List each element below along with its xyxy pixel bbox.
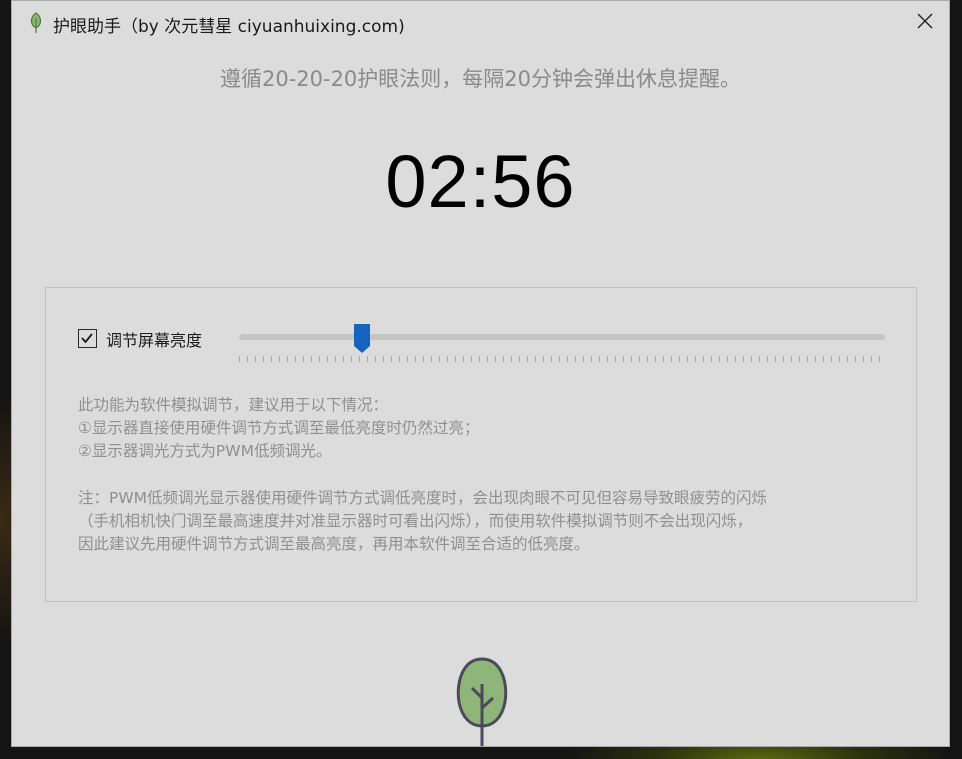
description-line: 此功能为软件模拟调节，建议用于以下情况：	[78, 396, 389, 414]
note-line: （手机相机快门调至最高速度并对准显示器时可看出闪烁），而使用软件模拟调节则不会出…	[78, 512, 753, 530]
note-line: 注：PWM低频调光显示器使用硬件调节方式调低亮度时，会出现肉眼不可见但容易导致眼…	[78, 489, 768, 507]
rule-headline: 遵循20-20-20护眼法则，每隔20分钟会弹出休息提醒。	[219, 67, 742, 91]
brightness-checkbox[interactable]	[78, 329, 97, 348]
eye-care-window: 护眼助手（by 次元彗星 ciyuanhuixing.com) 遵循20-20-…	[11, 0, 950, 747]
description-line: ②显示器调光方式为PWM低频调光。	[78, 442, 332, 460]
description-line: ①显示器直接使用硬件调节方式调至最低亮度时仍然过亮；	[78, 419, 480, 437]
leaf-icon	[28, 12, 44, 34]
brightness-slider[interactable]	[239, 324, 885, 364]
close-button[interactable]	[905, 1, 945, 45]
window-title: 护眼助手（by 次元彗星 ciyuanhuixing.com)	[53, 17, 405, 37]
close-icon	[916, 12, 934, 34]
brightness-checkbox-label: 调节屏幕亮度	[106, 331, 203, 350]
slider-track	[239, 334, 885, 340]
slider-thumb[interactable]	[353, 324, 370, 354]
countdown-timer: 02:56	[385, 140, 576, 223]
checkmark-icon	[81, 333, 93, 344]
slider-ticks	[239, 356, 885, 362]
note-line: 因此建议先用硬件调节方式调至最高亮度，再用本软件调至合适的低亮度。	[78, 535, 590, 553]
tree-icon	[453, 656, 511, 746]
feature-description: 此功能为软件模拟调节，建议用于以下情况： ①显示器直接使用硬件调节方式调至最低亮…	[78, 394, 898, 556]
title-bar[interactable]: 护眼助手（by 次元彗星 ciyuanhuixing.com)	[12, 1, 949, 45]
brightness-panel: 调节屏幕亮度 此功能为软件模拟调节，建议用于以下情况： ①显示器直接使用硬件调节…	[45, 287, 917, 602]
pwm-note: 注：PWM低频调光显示器使用硬件调节方式调低亮度时，会出现肉眼不可见但容易导致眼…	[78, 487, 898, 556]
